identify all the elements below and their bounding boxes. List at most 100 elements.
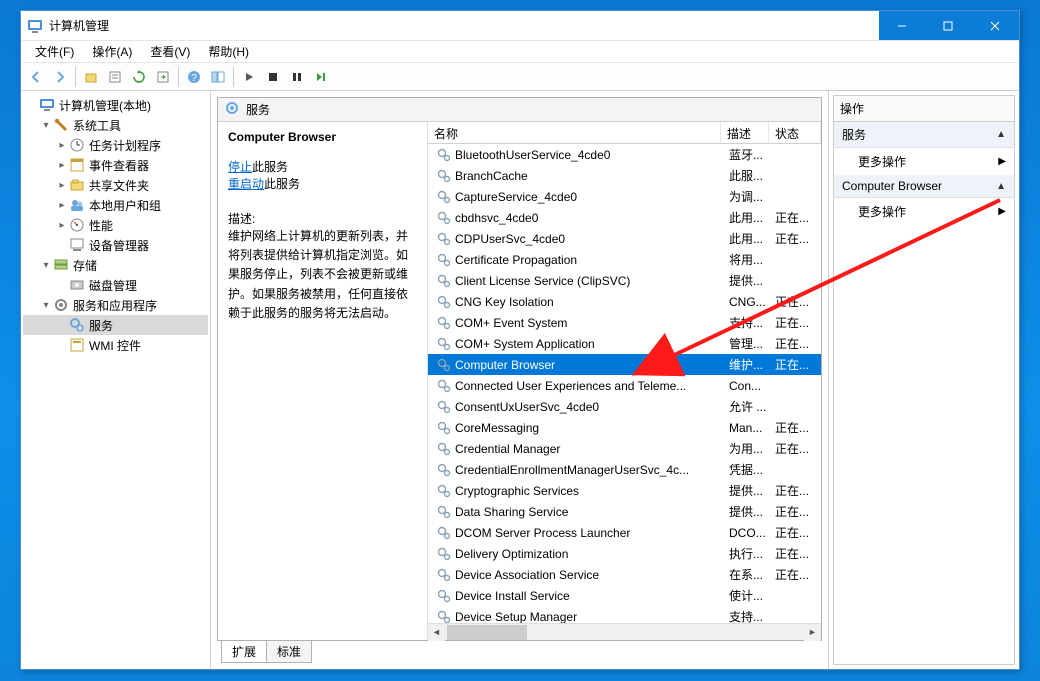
- menu-help[interactable]: 帮助(H): [200, 41, 257, 62]
- actions-section-services[interactable]: 服务 ▲: [834, 122, 1014, 148]
- service-row[interactable]: Certificate Propagation将用...: [428, 249, 821, 270]
- service-row[interactable]: Connected User Experiences and Teleme...…: [428, 375, 821, 396]
- service-row[interactable]: cbdhsvc_4cde0此用...正在...: [428, 207, 821, 228]
- column-name[interactable]: 名称: [428, 122, 721, 143]
- tree-node-services-apps[interactable]: ▾服务和应用程序: [23, 295, 208, 315]
- refresh-button[interactable]: [128, 66, 150, 88]
- service-row[interactable]: Device Association Service在系...正在...: [428, 564, 821, 585]
- more-actions-services[interactable]: 更多操作 ▶: [834, 148, 1014, 175]
- properties-button[interactable]: [104, 66, 126, 88]
- service-desc: Man...: [729, 421, 775, 435]
- service-row[interactable]: CredentialEnrollmentManagerUserSvc_4c...…: [428, 459, 821, 480]
- title-bar[interactable]: 计算机管理: [21, 11, 1019, 41]
- service-row[interactable]: CNG Key IsolationCNG...正在...: [428, 291, 821, 312]
- service-row[interactable]: BranchCache此服...: [428, 165, 821, 186]
- service-row[interactable]: Computer Browser维护...正在...: [428, 354, 821, 375]
- twisty-icon[interactable]: ▸: [55, 200, 69, 211]
- tree-node-disk[interactable]: 磁盘管理: [23, 275, 208, 295]
- column-description[interactable]: 描述: [721, 122, 769, 143]
- tree-node-services[interactable]: 服务: [23, 315, 208, 335]
- twisty-icon[interactable]: ▸: [55, 140, 69, 151]
- tree-node-perf[interactable]: ▸ 性能: [23, 215, 208, 235]
- tree-node-wmi[interactable]: WMI 控件: [23, 335, 208, 355]
- service-row[interactable]: Device Setup Manager支持...: [428, 606, 821, 623]
- tree-node-storage[interactable]: ▾存储: [23, 255, 208, 275]
- tab-standard[interactable]: 标准: [266, 641, 312, 663]
- more-actions-selected[interactable]: 更多操作 ▶: [834, 198, 1014, 225]
- twisty-icon[interactable]: ▾: [39, 300, 53, 311]
- service-list-body[interactable]: BluetoothUserService_4cde0蓝牙...BranchCac…: [428, 144, 821, 623]
- service-name: CaptureService_4cde0: [455, 190, 729, 204]
- tree-node-label: 性能: [89, 217, 113, 234]
- start-service-button[interactable]: [238, 66, 260, 88]
- menu-action[interactable]: 操作(A): [84, 41, 140, 62]
- scroll-left-arrow[interactable]: ◄: [428, 624, 445, 641]
- tree-node-event[interactable]: ▸事件查看器: [23, 155, 208, 175]
- tree-node-users[interactable]: ▸本地用户和组: [23, 195, 208, 215]
- tree-node-tools[interactable]: ▾系统工具: [23, 115, 208, 135]
- tree-node-share[interactable]: ▸共享文件夹: [23, 175, 208, 195]
- scroll-right-arrow[interactable]: ►: [804, 624, 821, 641]
- close-button[interactable]: [971, 11, 1019, 40]
- horizontal-scrollbar[interactable]: ◄ ►: [428, 623, 821, 640]
- twisty-icon[interactable]: ▾: [39, 120, 53, 131]
- actions-section-selected[interactable]: Computer Browser ▲: [834, 175, 1014, 198]
- column-state[interactable]: 状态: [769, 122, 821, 143]
- service-state: 正在...: [775, 209, 821, 226]
- menu-view[interactable]: 查看(V): [142, 41, 198, 62]
- service-row[interactable]: DCOM Server Process LauncherDCO...正在...: [428, 522, 821, 543]
- collapse-icon: ▲: [996, 181, 1006, 192]
- restart-service-button[interactable]: [310, 66, 332, 88]
- service-row[interactable]: CDPUserSvc_4cde0此用...正在...: [428, 228, 821, 249]
- stop-service-button[interactable]: [262, 66, 284, 88]
- twisty-icon[interactable]: ▾: [39, 260, 53, 271]
- restart-service-link[interactable]: 重启动: [228, 177, 264, 191]
- tree-pane[interactable]: 计算机管理(本地)▾系统工具▸任务计划程序▸事件查看器▸共享文件夹▸本地用户和组…: [21, 91, 211, 669]
- twisty-icon[interactable]: ▸: [55, 180, 69, 191]
- tree-node-computer[interactable]: 计算机管理(本地): [23, 95, 208, 115]
- service-row[interactable]: COM+ Event System支持...正在...: [428, 312, 821, 333]
- service-icon: [436, 462, 452, 478]
- tree-node-label: 服务: [89, 317, 113, 334]
- twisty-icon[interactable]: ▸: [55, 160, 69, 171]
- help-button[interactable]: ?: [183, 66, 205, 88]
- gear-icon: [224, 100, 240, 119]
- service-icon: [436, 525, 452, 541]
- tree-node-device[interactable]: 设备管理器: [23, 235, 208, 255]
- service-desc: 支持...: [729, 314, 775, 331]
- export-button[interactable]: [152, 66, 174, 88]
- service-row[interactable]: Data Sharing Service提供...正在...: [428, 501, 821, 522]
- chevron-right-icon: ▶: [998, 156, 1006, 167]
- service-row[interactable]: BluetoothUserService_4cde0蓝牙...: [428, 144, 821, 165]
- tab-extended[interactable]: 扩展: [221, 641, 267, 663]
- service-icon: [436, 588, 452, 604]
- service-icon: [436, 189, 452, 205]
- service-desc: 为用...: [729, 440, 775, 457]
- pause-service-button[interactable]: [286, 66, 308, 88]
- service-icon: [436, 168, 452, 184]
- back-button[interactable]: [25, 66, 47, 88]
- menu-file[interactable]: 文件(F): [27, 41, 82, 62]
- service-row[interactable]: Client License Service (ClipSVC)提供...: [428, 270, 821, 291]
- scroll-thumb[interactable]: [447, 625, 527, 640]
- service-row[interactable]: COM+ System Application管理...正在...: [428, 333, 821, 354]
- tree-node-task[interactable]: ▸任务计划程序: [23, 135, 208, 155]
- service-state: 正在...: [775, 293, 821, 310]
- service-row[interactable]: ConsentUxUserSvc_4cde0允许 ...: [428, 396, 821, 417]
- service-row[interactable]: CaptureService_4cde0为调...: [428, 186, 821, 207]
- up-button[interactable]: [80, 66, 102, 88]
- show-hide-button[interactable]: [207, 66, 229, 88]
- service-name: Delivery Optimization: [455, 547, 729, 561]
- minimize-button[interactable]: [879, 11, 925, 40]
- service-row[interactable]: Delivery Optimization执行...正在...: [428, 543, 821, 564]
- stop-service-link[interactable]: 停止: [228, 160, 252, 174]
- service-name: CDPUserSvc_4cde0: [455, 232, 729, 246]
- twisty-icon[interactable]: ▸: [55, 220, 69, 231]
- maximize-button[interactable]: [925, 11, 971, 40]
- service-row[interactable]: Credential Manager为用...正在...: [428, 438, 821, 459]
- service-row[interactable]: Cryptographic Services提供...正在...: [428, 480, 821, 501]
- service-desc: Con...: [729, 379, 775, 393]
- service-row[interactable]: CoreMessagingMan...正在...: [428, 417, 821, 438]
- forward-button[interactable]: [49, 66, 71, 88]
- service-row[interactable]: Device Install Service使计...: [428, 585, 821, 606]
